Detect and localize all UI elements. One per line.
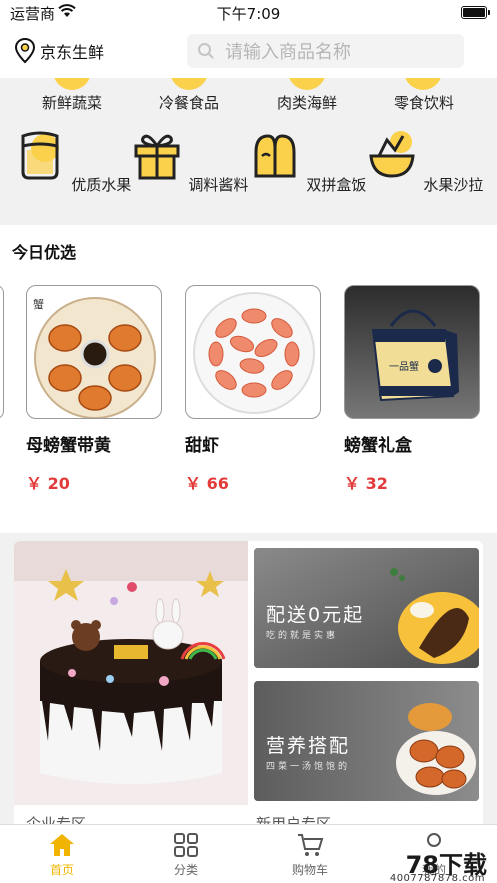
product-card[interactable]: 一品蟹 螃蟹礼盒 ￥ 32 (344, 285, 480, 494)
home-icon (50, 834, 74, 856)
promo-area: 配送0元起 吃的就是实惠 营养搭配 四菜一汤饱饱的 企业专区 新用户专区 (14, 541, 483, 831)
product-card-partial[interactable] (0, 285, 4, 419)
category-icon-partial (170, 78, 208, 90)
status-bar: 运营商 下午7:09 (0, 0, 497, 26)
product-card[interactable]: 甜虾 ￥ 66 (185, 285, 321, 494)
category-label: 零食饮料 (393, 94, 454, 112)
tab-cart[interactable]: 购物车 (248, 831, 372, 878)
salad-bowl-icon (368, 131, 415, 178)
search-icon (198, 43, 214, 59)
category-item[interactable]: 新鲜蔬菜 (10, 92, 134, 113)
category-label: 新鲜蔬菜 (41, 94, 102, 112)
category-item[interactable]: 优质水果 (10, 128, 134, 195)
tab-label: 购物车 (291, 863, 328, 877)
product-image (185, 285, 321, 419)
grid-icon (174, 833, 198, 857)
tab-label: 首页 (49, 863, 74, 877)
category-icon-partial (404, 78, 442, 90)
category-icon-partial (53, 78, 91, 90)
watermark-url: 4007787878.com (389, 873, 485, 883)
category-item[interactable]: 肉类海鲜 (245, 92, 369, 113)
category-label: 双拼盒饭 (306, 176, 367, 194)
banner-subtitle: 吃的就是实惠 (266, 631, 339, 641)
bento-icon (254, 134, 296, 178)
nutrition-banner[interactable]: 营养搭配 四菜一汤饱饱的 (254, 681, 479, 801)
category-label: 肉类海鲜 (276, 94, 337, 112)
cake-promo-image[interactable] (14, 541, 248, 805)
cart-icon (298, 834, 324, 856)
product-name: 螃蟹礼盒 (344, 436, 412, 456)
today-section: 今日优选 蟹 母螃蟹带黄 ￥ 20 甜虾 ￥ 66 一品蟹 螃蟹礼盒 ￥ 32 (0, 225, 497, 533)
location-selector[interactable]: 京东生鲜 (14, 38, 104, 64)
bottom-tab-bar: 首页 分类 购物车 我的 78下载 4007787878.com (0, 824, 497, 883)
svg-text:一品蟹: 一品蟹 (389, 360, 419, 373)
product-price: ￥ 66 (185, 474, 229, 493)
search-placeholder: 请输入商品名称 (225, 42, 351, 63)
section-title: 今日优选 (12, 243, 77, 262)
search-input[interactable]: 请输入商品名称 (187, 34, 464, 68)
location-label: 京东生鲜 (40, 43, 105, 62)
product-price: ￥ 20 (26, 474, 70, 493)
category-item[interactable]: 双拼盒饭 (245, 128, 369, 195)
fruit-basket-icon (21, 131, 59, 180)
category-item[interactable]: 调料酱料 (127, 128, 251, 195)
category-label: 优质水果 (71, 176, 132, 194)
category-icon-partial (288, 78, 326, 90)
category-label: 冷餐食品 (158, 94, 219, 112)
location-pin-icon (14, 38, 36, 64)
banner-title: 配送0元起 (266, 604, 365, 626)
product-name: 母螃蟹带黄 (26, 436, 111, 456)
free-delivery-banner[interactable]: 配送0元起 吃的就是实惠 (254, 548, 479, 668)
tab-home[interactable]: 首页 (0, 831, 124, 878)
banner-subtitle: 四菜一汤饱饱的 (266, 762, 351, 772)
category-grid: 新鲜蔬菜 冷餐食品 肉类海鲜 零食饮料 优质水果 调料酱料 双拼盒饭 水果沙拉 (0, 78, 497, 225)
top-header: 京东生鲜 请输入商品名称 (0, 26, 497, 78)
category-item[interactable]: 零食饮料 (362, 92, 486, 113)
product-image: 蟹 (26, 285, 162, 419)
clock: 下午7:09 (216, 5, 281, 23)
svg-text:蟹: 蟹 (33, 297, 44, 311)
banner-title: 营养搭配 (266, 735, 351, 757)
product-image: 一品蟹 (344, 285, 480, 419)
category-label: 调料酱料 (188, 176, 249, 194)
tab-label: 分类 (173, 863, 198, 877)
product-card[interactable]: 蟹 母螃蟹带黄 ￥ 20 (26, 285, 162, 494)
category-item[interactable]: 水果沙拉 (362, 128, 486, 195)
battery-icon (461, 6, 490, 19)
product-name: 甜虾 (185, 436, 219, 456)
category-item[interactable]: 冷餐食品 (127, 92, 251, 113)
gift-box-icon (134, 134, 180, 180)
category-label: 水果沙拉 (423, 176, 484, 194)
product-price: ￥ 32 (344, 474, 388, 493)
tab-category[interactable]: 分类 (124, 831, 248, 878)
